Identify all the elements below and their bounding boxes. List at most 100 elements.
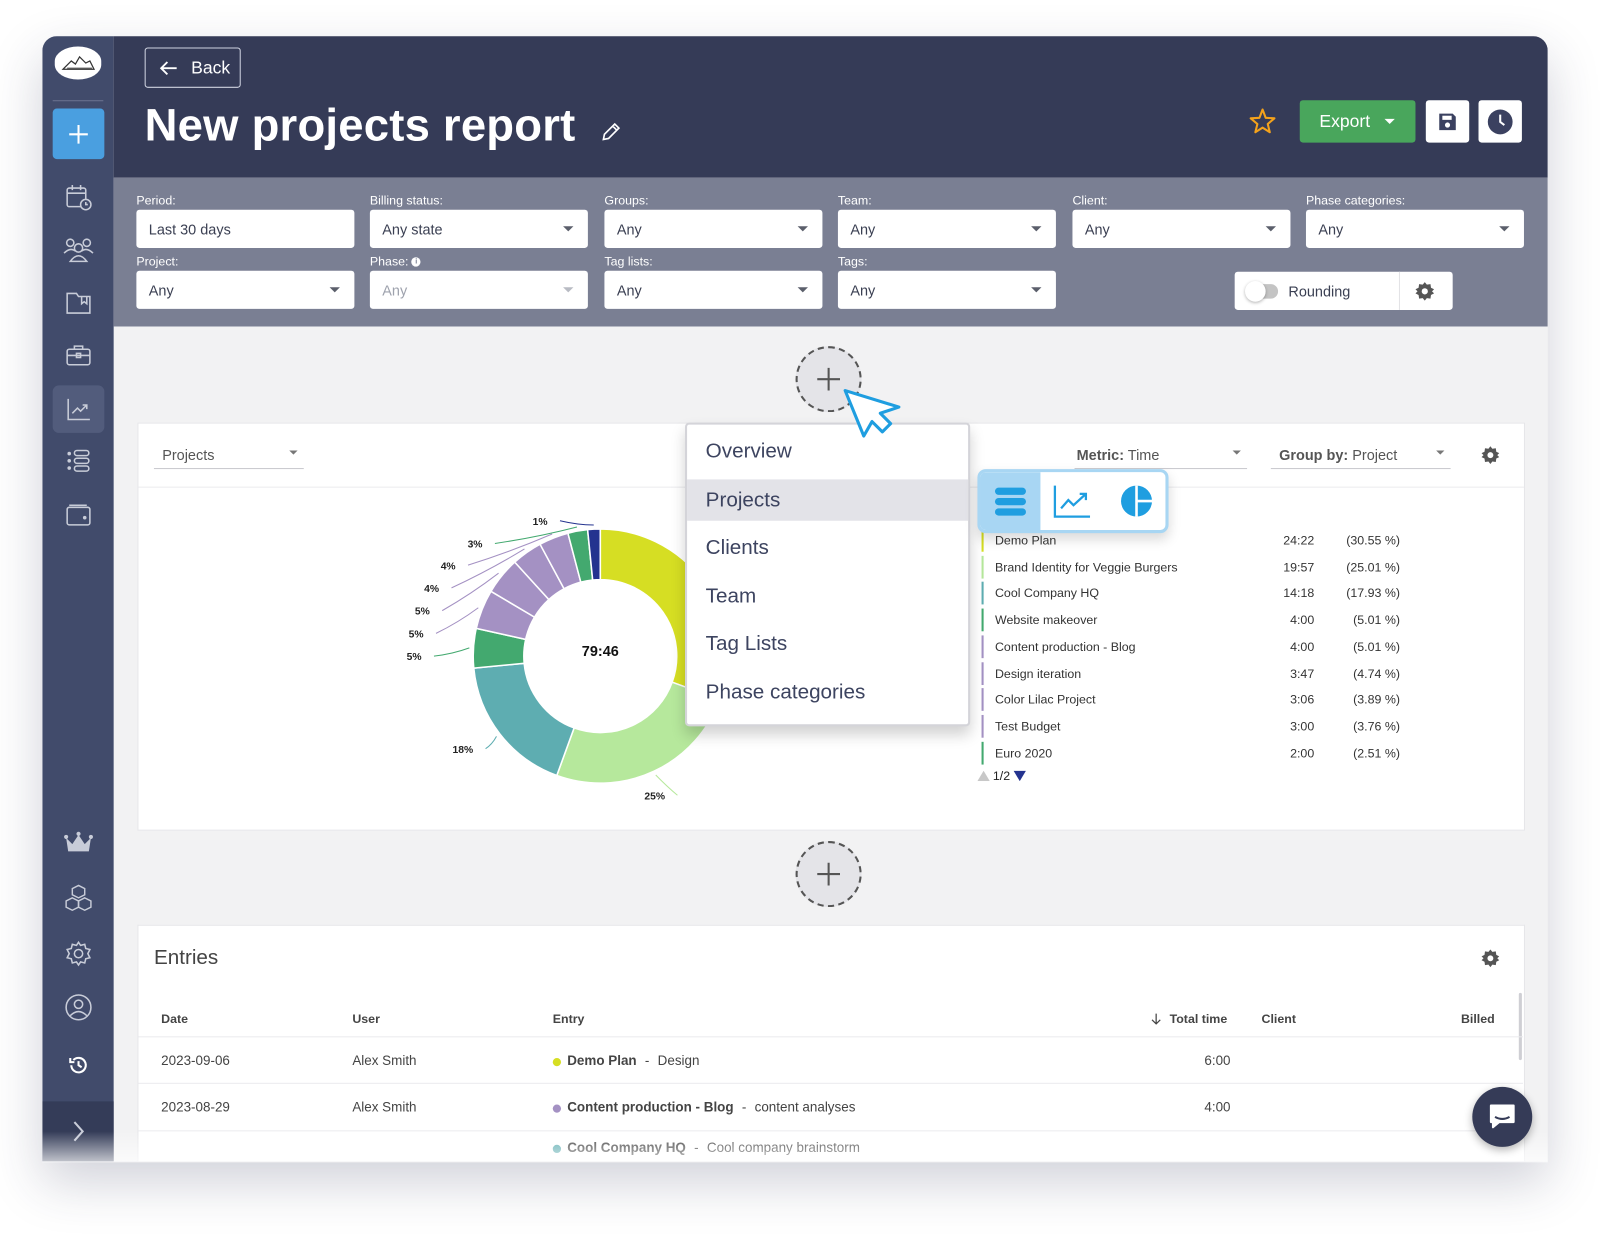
donut-slice[interactable] (472, 662, 576, 777)
client-select[interactable]: Any (1072, 209, 1291, 248)
save-button[interactable] (1425, 100, 1470, 143)
legend-item[interactable]: Website makeover 4:00 (5.01 %) (981, 608, 1416, 632)
entry-project[interactable]: Content production - Blog (567, 1099, 733, 1114)
scrollbar[interactable] (1518, 992, 1522, 1061)
gear-icon (1481, 446, 1500, 464)
project-select[interactable]: Any (136, 270, 355, 309)
sidebar-item-profile[interactable] (53, 984, 105, 1032)
caret-down-icon (1436, 450, 1445, 455)
widget-type-value: Projects (162, 446, 215, 463)
rounding-toggle[interactable] (1245, 280, 1279, 302)
column-header-total-time[interactable]: Total time (1151, 1012, 1227, 1026)
metric-select[interactable]: Metric: Time (1074, 442, 1248, 470)
company-logo[interactable] (54, 46, 102, 80)
column-header-date[interactable]: Date (161, 1012, 188, 1026)
column-header-user[interactable]: User (352, 1012, 380, 1026)
add-button[interactable] (52, 108, 105, 160)
legend-item[interactable]: Cool Company HQ 14:18 (17.93 %) (981, 582, 1416, 605)
sidebar-item-wallet[interactable] (53, 492, 105, 540)
menu-item-overview[interactable]: Overview (687, 431, 968, 472)
sidebar-item-integrations[interactable] (53, 874, 105, 922)
schedule-button[interactable] (1478, 100, 1522, 143)
pie-chart-button[interactable] (1104, 472, 1165, 530)
entry-project[interactable]: Cool Company HQ (567, 1140, 686, 1155)
rounding-settings-button[interactable] (1414, 281, 1435, 307)
caret-down-icon (1499, 226, 1510, 232)
widget-settings-button[interactable] (1481, 445, 1501, 470)
slice-label: 25% (644, 791, 665, 802)
period-field[interactable]: Last 30 days (136, 209, 355, 248)
sidebar-item-settings[interactable] (53, 930, 105, 978)
legend-name: Design iteration (994, 665, 1082, 681)
groups-select[interactable]: Any (604, 209, 823, 248)
menu-item-tag-lists[interactable]: Tag Lists (687, 623, 968, 664)
legend-color-bar (981, 555, 984, 579)
caret-down-icon (1031, 226, 1042, 232)
phase-value: Any (382, 281, 408, 299)
line-chart-button[interactable] (1040, 472, 1104, 530)
info-icon[interactable]: i (411, 257, 421, 267)
phase-categories-select[interactable]: Any (1305, 209, 1524, 248)
legend-color-bar (981, 688, 984, 712)
divider (138, 1130, 1523, 1132)
menu-item-team[interactable]: Team (687, 575, 968, 616)
legend-percent: (2.51 %) (1353, 745, 1400, 761)
sidebar-item-clients[interactable] (53, 332, 105, 380)
cell-entry: Demo Plan - Design (552, 1053, 699, 1068)
sidebar-item-timesheet[interactable] (53, 174, 105, 222)
billing-status-select[interactable]: Any state (369, 209, 588, 248)
sidebar-item-history[interactable] (53, 1041, 105, 1089)
legend-item[interactable]: Test Budget 3:00 (3.76 %) (981, 714, 1416, 738)
legend-item[interactable]: Euro 2020 2:00 (2.51 %) (981, 741, 1416, 765)
project-value: Any (148, 281, 174, 299)
legend-item[interactable]: Color Lilac Project 3:06 (3.89 %) (981, 688, 1416, 712)
sidebar-item-reports[interactable] (52, 385, 105, 433)
plus-icon (817, 862, 840, 886)
phase-select[interactable]: Any (369, 270, 588, 309)
legend-percent: (5.01 %) (1353, 639, 1400, 654)
tags-select[interactable]: Any (837, 270, 1056, 309)
widget-type-select[interactable]: Projects (153, 442, 304, 470)
column-header-client[interactable]: Client (1262, 1012, 1296, 1026)
legend-item[interactable]: Brand Identity for Veggie Burgers 19:57 (2… (981, 555, 1416, 579)
legend-time: 2:00 (1290, 745, 1315, 761)
sidebar-item-team[interactable] (53, 226, 105, 274)
folder-bookmark-icon (66, 292, 91, 314)
team-value: Any (850, 220, 876, 238)
legend-color-bar (981, 635, 984, 658)
sidebar-divider (52, 100, 104, 102)
menu-item-phase-categories[interactable]: Phase categories (687, 672, 968, 713)
cell-user: Alex Smith (352, 1099, 417, 1115)
entries-settings-button[interactable] (1481, 948, 1501, 973)
export-button[interactable]: Export (1299, 100, 1416, 143)
column-header-entry[interactable]: Entry (553, 1012, 585, 1026)
legend-item[interactable]: Content production - Blog 4:00 (5.01 %) (981, 635, 1416, 658)
legend-percent: (3.89 %) (1353, 692, 1400, 707)
entry-project[interactable]: Demo Plan (567, 1053, 636, 1068)
column-header-billed[interactable]: Billed (1461, 1012, 1495, 1026)
chat-button[interactable] (1472, 1086, 1533, 1147)
sidebar-expand-button[interactable] (42, 1101, 114, 1162)
team-select[interactable]: Any (837, 209, 1056, 248)
chat-bubble-icon (1489, 1104, 1515, 1129)
favorite-button[interactable] (1248, 106, 1277, 140)
page-up-icon[interactable] (977, 770, 990, 782)
menu-item-projects[interactable]: Projects (687, 479, 969, 521)
legend-color-bar (981, 741, 984, 765)
back-button[interactable]: Back (144, 47, 241, 88)
tag-lists-select[interactable]: Any (604, 270, 823, 309)
edit-title-button[interactable] (599, 121, 622, 149)
add-widget-button[interactable] (795, 841, 862, 908)
sidebar-item-upgrade[interactable] (53, 819, 105, 867)
group-by-select[interactable]: Group by: Project (1270, 442, 1451, 470)
sidebar-item-plans[interactable] (53, 438, 105, 486)
legend-item[interactable]: Design iteration 3:47 (4.74 %) (981, 661, 1416, 685)
list-view-button[interactable] (980, 472, 1041, 531)
legend-time: 4:00 (1290, 639, 1315, 654)
menu-item-clients[interactable]: Clients (687, 527, 968, 568)
page-down-icon[interactable] (1013, 770, 1026, 782)
sidebar-item-projects[interactable] (53, 279, 105, 327)
plus-icon (69, 124, 88, 144)
legend-name: Test Budget (994, 718, 1061, 734)
period-value: Last 30 days (148, 220, 231, 238)
